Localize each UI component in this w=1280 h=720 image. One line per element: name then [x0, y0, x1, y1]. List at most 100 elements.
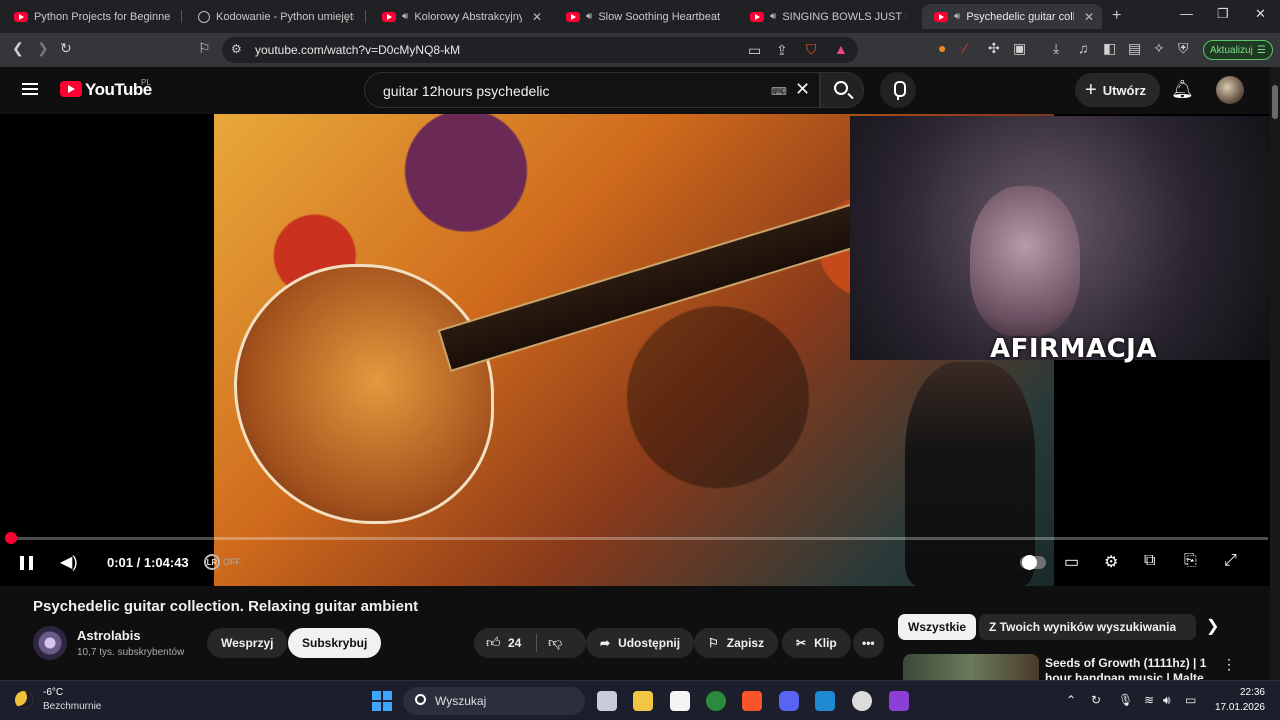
brave-shields-icon[interactable]: ⛉ [806, 41, 817, 58]
chip-from-search[interactable]: Z Twoich wyników wyszukiwania [979, 614, 1187, 640]
extensions-puzzle-icon[interactable]: ✣ [988, 40, 1000, 57]
browser-tab[interactable]: 🔊︎ Slow Soothing Heartbeat So [554, 4, 730, 29]
wallet-icon[interactable]: ▤ [1128, 40, 1141, 57]
bookmark-icon[interactable]: ⚐ [198, 40, 211, 57]
share-icon[interactable]: ⇪ [776, 42, 788, 59]
clear-search-icon[interactable]: ✕ [795, 79, 810, 100]
brave-browser-icon[interactable] [742, 691, 762, 711]
moon-weather-icon[interactable] [15, 691, 33, 709]
chevron-up-icon[interactable]: ⌃ [1066, 693, 1076, 707]
media-player-icon[interactable] [852, 691, 872, 711]
vscode-icon[interactable] [815, 691, 835, 711]
join-button[interactable]: Wesprzyj [207, 628, 288, 658]
sidebar-icon[interactable]: ◧ [1103, 40, 1116, 57]
search-input[interactable]: guitar 12hours psychedelic ⌨ ✕ [364, 72, 820, 108]
cast-icon[interactable]: ▭ [748, 42, 761, 59]
restore-icon[interactable]: ❐ [1217, 6, 1229, 22]
file-explorer-icon[interactable] [633, 691, 653, 711]
save-button[interactable]: ⚐ Zapisz [694, 628, 779, 658]
reload-icon[interactable]: ↻ [60, 40, 72, 57]
cast-icon[interactable]: ⎘ [1184, 552, 1197, 570]
vpn-icon[interactable]: ⛨ [1178, 40, 1189, 57]
download-icon[interactable]: ⤓ [1053, 40, 1059, 57]
lr-extension-badge[interactable]: LR OFF [204, 554, 241, 570]
speaker-icon[interactable]: 🔊︎ [770, 11, 776, 22]
volume-icon[interactable]: ◀︎) [60, 552, 78, 572]
miniplayer-icon[interactable]: ⧉ [1144, 552, 1155, 570]
clock-date[interactable]: 17.01.2026 [1203, 702, 1265, 713]
account-avatar[interactable] [1216, 76, 1244, 104]
app-icon[interactable] [706, 691, 726, 711]
menu-icon[interactable] [22, 83, 38, 95]
extension-icon[interactable]: ▣ [1013, 40, 1026, 57]
browser-tab[interactable]: 🔊︎ SINGING BOWLS JUST FOR [738, 4, 914, 29]
windows-start-icon[interactable] [372, 691, 392, 711]
pause-icon[interactable] [20, 556, 33, 570]
progress-bar[interactable] [12, 537, 1268, 540]
browser-tab[interactable]: Python Projects for Beginners – [2, 4, 178, 29]
recommendation-thumbnail[interactable] [903, 654, 1039, 680]
chip-partial[interactable] [1176, 614, 1196, 640]
speaker-icon[interactable]: 🔊︎ [586, 11, 592, 22]
site-settings-icon[interactable]: ⚙ [231, 42, 242, 56]
clip-button[interactable]: ✂ Klip [782, 628, 851, 658]
back-icon[interactable]: ❮ [12, 40, 24, 57]
notepad-icon[interactable] [670, 691, 690, 711]
dislike-icon[interactable]: 👎︎ [548, 634, 562, 651]
close-window-icon[interactable]: ✕ [1255, 6, 1266, 22]
battery-icon[interactable]: ▭ [1185, 693, 1196, 707]
extension-icon[interactable]: ⁄ [964, 40, 966, 56]
speaker-icon[interactable]: 🔊︎ [1163, 693, 1171, 708]
tab-separator [181, 10, 182, 23]
microphone-icon[interactable]: 🎙︎ [1118, 693, 1133, 707]
clock-time[interactable]: 22:36 [1229, 687, 1265, 698]
taskbar-search[interactable]: Wyszukaj [403, 687, 585, 715]
forward-icon[interactable]: ❯ [37, 40, 49, 57]
browser-tab-active[interactable]: 🔊︎ Psychedelic guitar collec ✕ [922, 4, 1102, 29]
more-vert-icon[interactable]: ⋮ [1222, 656, 1236, 673]
sync-icon[interactable]: ↻ [1091, 693, 1101, 707]
autoplay-toggle[interactable] [1020, 555, 1046, 570]
chip-all[interactable]: Wszystkie [898, 614, 977, 640]
close-tab-icon[interactable]: ✕ [1080, 10, 1094, 24]
channel-name[interactable]: Astrolabis [77, 628, 141, 643]
close-tab-icon[interactable]: ✕ [528, 10, 542, 24]
page-scrollbar[interactable] [1270, 67, 1280, 680]
progress-scrubber[interactable] [5, 532, 17, 544]
youtube-logo-icon[interactable] [60, 81, 82, 97]
brave-rewards-icon[interactable]: ▲ [834, 41, 848, 57]
voice-search-button[interactable] [880, 72, 916, 108]
wifi-icon[interactable]: ≋ [1144, 693, 1154, 707]
minimize-icon[interactable]: — [1180, 6, 1193, 21]
subtitles-icon[interactable]: ▭ [1064, 552, 1079, 572]
chevron-right-icon[interactable]: ❯ [1206, 616, 1219, 636]
share-button[interactable]: ➦ Udostępnij [586, 628, 695, 658]
search-button[interactable] [820, 72, 864, 108]
scrollbar-thumb[interactable] [1272, 85, 1278, 119]
keyboard-icon[interactable]: ⌨ [771, 85, 787, 98]
settings-gear-icon[interactable]: ⚙ [1104, 552, 1118, 572]
like-icon[interactable]: 👍︎ [486, 634, 501, 651]
more-actions-button[interactable]: ••• [853, 628, 884, 658]
address-bar[interactable]: ⚙ youtube.com/watch?v=D0cMyNQ8-kM ▭ ⇪ ⛉ … [222, 37, 858, 63]
video-player[interactable]: AFIRMACJA ◀︎) 0:01 / 1:04:43 LR OFF ▭ ⚙ … [0, 114, 1280, 586]
notifications-bell-icon[interactable]: 🔔︎ [1171, 79, 1194, 100]
overlay-caption: AFIRMACJA [990, 334, 1157, 364]
speaker-icon[interactable]: 🔊︎ [954, 11, 960, 22]
fullscreen-icon[interactable]: ⤢ [1224, 552, 1237, 570]
browser-tab[interactable]: Kodowanie - Python umiejętność [186, 4, 362, 29]
task-view-icon[interactable] [597, 691, 617, 711]
leo-ai-icon[interactable]: ✧ [1153, 40, 1165, 57]
extension-icon[interactable]: ● [938, 40, 946, 56]
media-icon[interactable]: ♫ [1078, 40, 1089, 56]
update-button[interactable]: Aktualizuj ☰ [1203, 40, 1273, 60]
discord-icon[interactable] [779, 691, 799, 711]
recommendation-title[interactable]: Seeds of Growth (1111hz) | 1 hour handpa… [1045, 656, 1215, 680]
speaker-icon[interactable]: 🔊︎ [402, 11, 408, 22]
new-tab-icon[interactable]: + [1112, 7, 1121, 25]
subscribe-button[interactable]: Subskrybuj [288, 628, 382, 658]
app-icon[interactable] [889, 691, 909, 711]
browser-tab[interactable]: 🔊︎ Kolorowy Abstrakcyjny ✕ [370, 4, 550, 29]
channel-avatar[interactable] [33, 626, 67, 660]
create-button[interactable]: + Utwórz [1075, 73, 1161, 107]
